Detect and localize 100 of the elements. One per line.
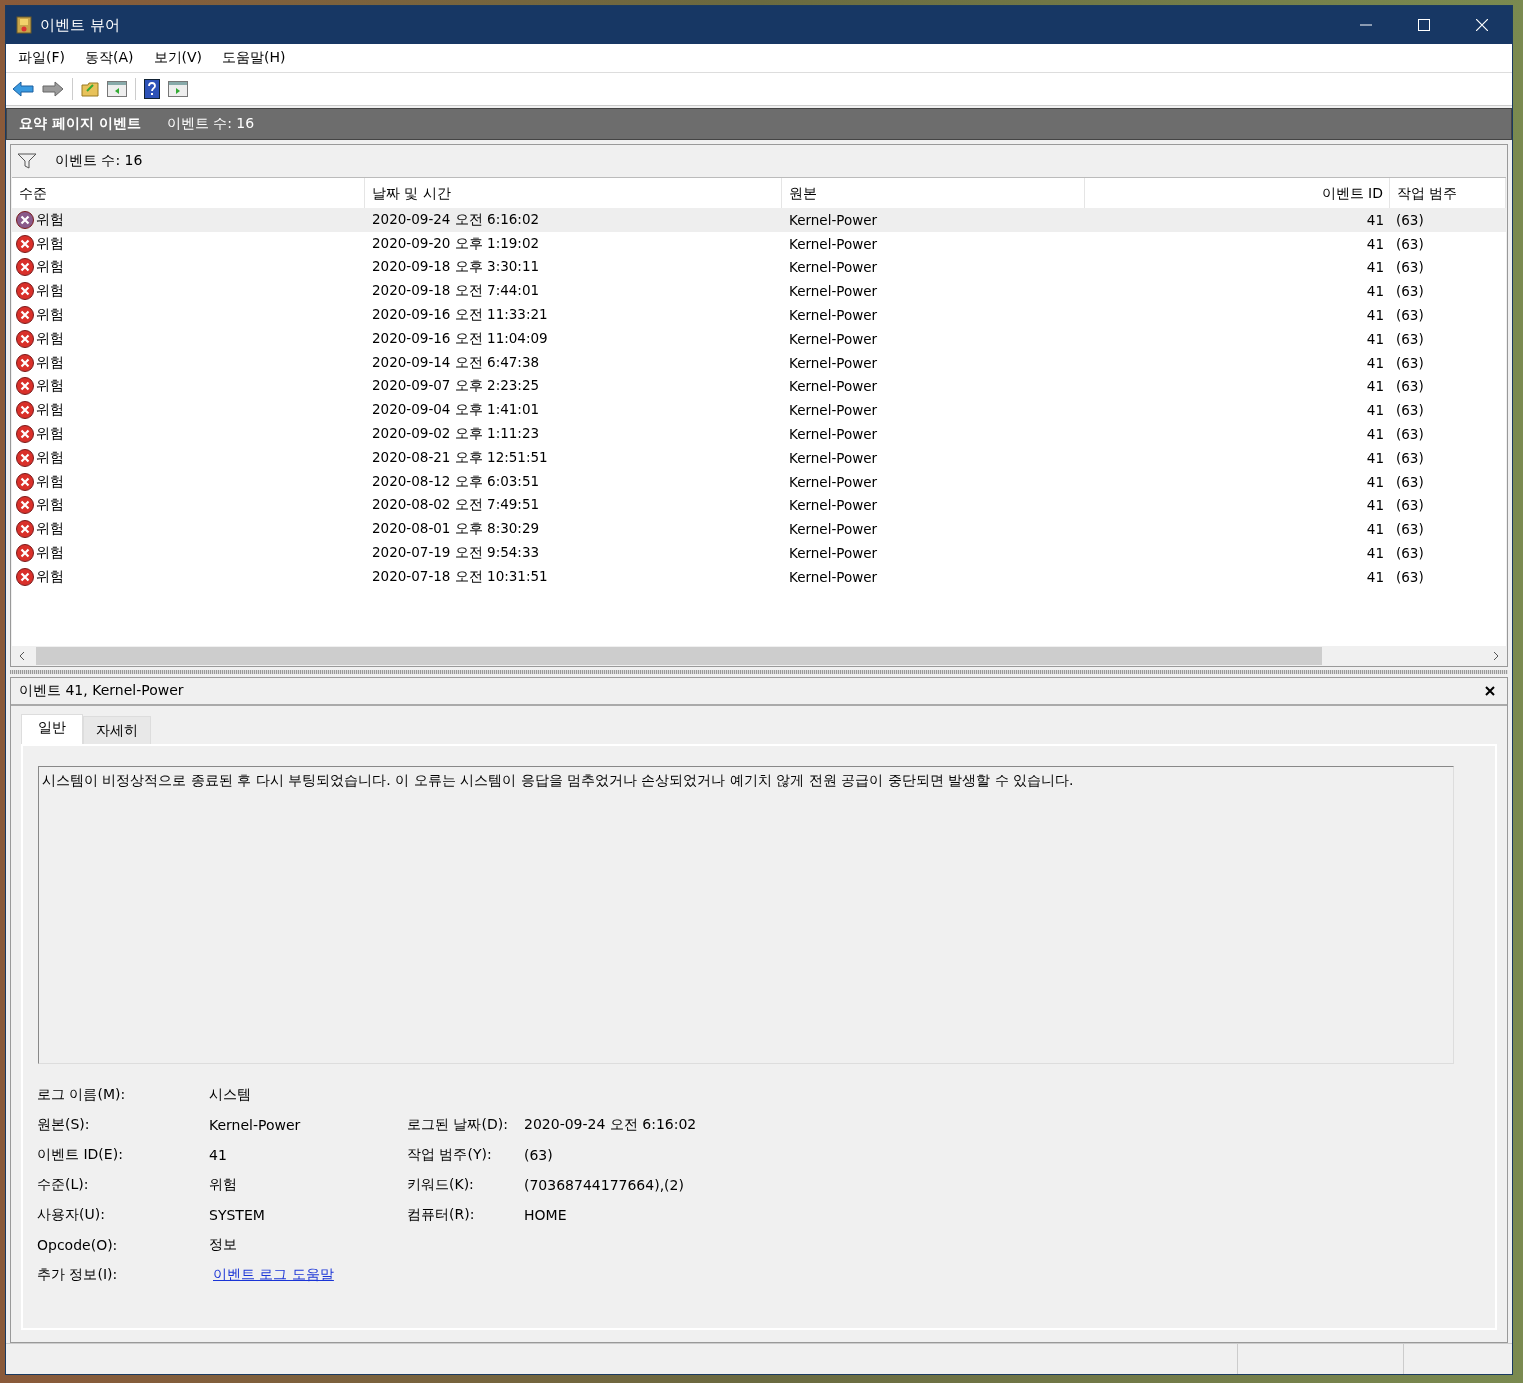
table-cell-text: 2020-07-18 오전 10:31:51	[371, 567, 549, 586]
table-cell-text: 2020-09-16 오전 11:33:21	[371, 306, 549, 325]
panel-icon[interactable]	[168, 81, 188, 97]
field-value: (63)	[524, 1147, 554, 1163]
table-cell-text: 41	[1365, 497, 1385, 514]
table-cell-text: (63)	[1395, 545, 1425, 562]
error-icon	[16, 353, 34, 372]
event-title: 이벤트 41, Kernel-Power	[19, 682, 184, 700]
table-cell: 위험	[36, 472, 64, 491]
table-cell-text: 41	[1365, 378, 1385, 395]
table-cell-text: (63)	[1395, 354, 1425, 371]
table-row[interactable]: 위험 2020-09-16 오전 11:04:09 Kernel-Power 41 (63)	[12, 327, 1506, 351]
filter-icon[interactable]	[17, 153, 37, 169]
close-icon[interactable]	[1485, 686, 1495, 696]
table-cell-text: Kernel-Power	[788, 354, 879, 371]
error-icon	[16, 234, 34, 253]
error-icon	[16, 329, 34, 348]
panel-icon[interactable]	[107, 81, 127, 97]
scroll-right-icon[interactable]	[1492, 651, 1500, 661]
table-cell: 위험	[36, 520, 64, 539]
field-value: Kernel-Power	[209, 1117, 302, 1133]
scroll-left-icon[interactable]	[18, 651, 26, 661]
table-row[interactable]: 위험 2020-08-01 오후 8:30:29 Kernel-Power 41 (63)	[12, 517, 1506, 542]
table-cell-text: 2020-09-20 오후 1:19:02	[371, 234, 541, 253]
menu-item[interactable]: 동작(A)	[85, 49, 134, 67]
table-cell: 위험	[36, 210, 64, 229]
table-cell-text: Kernel-Power	[788, 402, 879, 419]
table-cell-text: (63)	[1395, 473, 1425, 490]
table-cell-text: (63)	[1395, 283, 1425, 300]
table-cell-text: Kernel-Power	[788, 259, 879, 276]
field-label: 수준(L):	[37, 1176, 90, 1194]
table-cell-text: Kernel-Power	[788, 235, 879, 252]
table-cell-text: Kernel-Power	[788, 473, 879, 490]
field-value: 시스템	[209, 1086, 252, 1104]
table-cell-text: Kernel-Power	[788, 521, 879, 538]
field-value: 41	[209, 1147, 228, 1163]
table-row[interactable]: 위험 2020-09-20 오후 1:19:02 Kernel-Power 41 (63)	[12, 231, 1506, 256]
table-cell-text: Kernel-Power	[788, 545, 879, 562]
table-cell-text: 41	[1365, 521, 1385, 538]
horizontal-scrollbar[interactable]	[12, 646, 1506, 666]
error-icon	[16, 520, 34, 539]
table-row[interactable]: 위험 2020-09-24 오전 6:16:02 Kernel-Power 41 (63)	[12, 208, 1506, 232]
tab[interactable]: 자세히	[83, 716, 151, 744]
field-label: 키워드(K):	[407, 1176, 475, 1194]
table-cell: 위험	[36, 353, 64, 372]
help-icon[interactable]	[144, 79, 160, 99]
folder-icon[interactable]	[81, 81, 99, 97]
table-row[interactable]: 위험 2020-09-18 오후 3:30:11 Kernel-Power 41 (63)	[12, 255, 1506, 280]
table-cell: 위험	[36, 401, 64, 420]
table-cell-text: Kernel-Power	[788, 426, 879, 443]
table-row[interactable]: 위험 2020-08-21 오후 12:51:51 Kernel-Power 41 (63)	[12, 445, 1506, 470]
table-cell-text: Kernel-Power	[788, 497, 879, 514]
error-icon	[16, 425, 34, 444]
field-value: 정보	[209, 1236, 238, 1254]
table-cell-text: 41	[1365, 283, 1385, 300]
menu-item[interactable]: 도움말(H)	[222, 49, 286, 67]
table-row[interactable]: 위험 2020-09-02 오후 1:11:23 Kernel-Power 41 (63)	[12, 422, 1506, 446]
table-cell-text: 41	[1365, 235, 1385, 252]
table-row[interactable]: 위험 2020-09-14 오전 6:47:38 Kernel-Power 41 (63)	[12, 350, 1506, 375]
event-log-icon	[16, 16, 32, 34]
scrollbar-thumb[interactable]	[36, 647, 1322, 665]
table-cell: 위험	[36, 448, 64, 467]
error-icon	[16, 544, 34, 563]
field-value: HOME	[524, 1207, 568, 1223]
forward-arrow-icon[interactable]	[42, 81, 64, 97]
table-cell-text: 2020-09-14 오전 6:47:38	[371, 353, 541, 372]
field-value: (70368744177664),(2)	[524, 1177, 685, 1193]
table-row[interactable]: 위험 2020-08-12 오후 6:03:51 Kernel-Power 41 (63)	[12, 469, 1506, 494]
table-row[interactable]: 위험 2020-07-19 오전 9:54:33 Kernel-Power 41 (63)	[12, 541, 1506, 565]
back-arrow-icon[interactable]	[12, 81, 34, 97]
table-cell-text: (63)	[1395, 330, 1425, 347]
description-text: 시스템이 비정상적으로 종료된 후 다시 부팅되었습니다. 이 오류는 시스템이 응답을 멈추었거나 손상되었거나 예기치 않게 전원 공급이 중단되면 발생할 수 있습니다.	[38, 766, 1454, 1064]
table-cell-text: (63)	[1395, 568, 1425, 585]
table-row[interactable]: 위험 2020-08-02 오전 7:49:51 Kernel-Power 41 (63)	[12, 493, 1506, 518]
table-cell-text: 41	[1365, 545, 1385, 562]
table-row[interactable]: 위험 2020-07-18 오전 10:31:51 Kernel-Power 41 (63)	[12, 564, 1506, 589]
field-label: 컴퓨터(R):	[407, 1206, 476, 1224]
field-label: 원본(S):	[37, 1116, 91, 1134]
table-row[interactable]: 위험 2020-09-16 오전 11:33:21 Kernel-Power 41 (63)	[12, 303, 1506, 327]
table-cell-text: (63)	[1395, 259, 1425, 276]
menu-item[interactable]: 보기(V)	[153, 49, 202, 67]
table-cell-text: 41	[1365, 402, 1385, 419]
table-cell-text: Kernel-Power	[788, 283, 879, 300]
table-cell-text: 41	[1365, 568, 1385, 585]
table-row[interactable]: 위험 2020-09-04 오후 1:41:01 Kernel-Power 41 (63)	[12, 398, 1506, 423]
error-icon	[16, 306, 34, 325]
table-cell-text: (63)	[1395, 235, 1425, 252]
table-cell: 위험	[36, 377, 64, 396]
table-cell-text: (63)	[1395, 426, 1425, 443]
table-cell-text: 2020-09-24 오전 6:16:02	[371, 210, 541, 229]
tab[interactable]: 일반	[21, 714, 83, 744]
field-label: 작업 범주(Y):	[407, 1146, 493, 1164]
table-cell-text: Kernel-Power	[788, 211, 879, 228]
table-cell-text: Kernel-Power	[788, 307, 879, 324]
help-link[interactable]: 이벤트 로그 도움말	[209, 1266, 407, 1284]
maximize-icon[interactable]	[1418, 19, 1430, 31]
error-icon	[16, 258, 34, 277]
table-row[interactable]: 위험 2020-09-18 오전 7:44:01 Kernel-Power 41 (63)	[12, 279, 1506, 304]
menu-item[interactable]: 파일(F)	[18, 49, 65, 67]
table-row[interactable]: 위험 2020-09-07 오후 2:23:25 Kernel-Power 41 (63)	[12, 374, 1506, 399]
